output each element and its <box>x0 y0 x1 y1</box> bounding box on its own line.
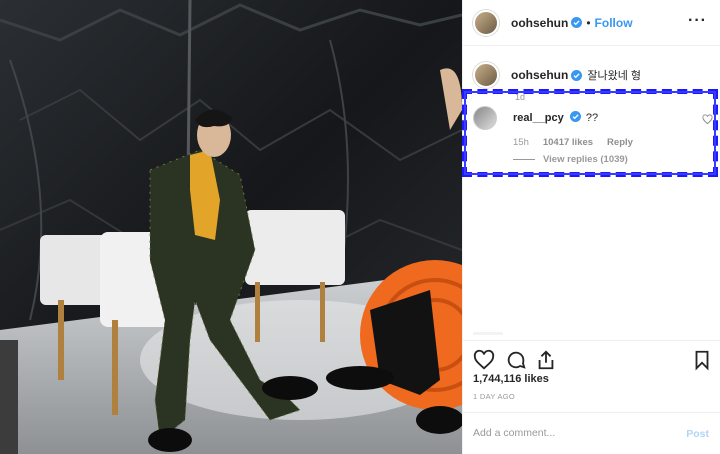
photo-illustration <box>0 0 462 454</box>
author-username[interactable]: oohsehun <box>511 16 568 30</box>
scroll-divider <box>473 332 503 335</box>
verified-badge-icon <box>571 17 583 28</box>
follow-button[interactable]: Follow <box>595 16 633 30</box>
separator-dot: • <box>586 15 591 30</box>
like-heart-icon[interactable] <box>473 349 495 371</box>
caption: oohsehun 잘나왔네 형 <box>473 62 641 88</box>
comment-bubble-icon[interactable] <box>505 349 527 371</box>
post-comment-button[interactable]: Post <box>686 428 709 440</box>
post-side-panel: oohsehun • Follow ··· oohsehun 잘나왔네 형 1d… <box>462 0 720 454</box>
post-likes-count[interactable]: 1,744,116 likes <box>473 373 549 385</box>
share-icon[interactable] <box>535 349 557 371</box>
caption-text: 잘나왔네 형 <box>587 70 641 82</box>
author-avatar[interactable] <box>473 9 499 36</box>
verified-badge-icon <box>571 69 583 81</box>
caption-avatar[interactable] <box>473 62 499 88</box>
post-date: 1 DAY AGO <box>473 392 516 401</box>
post-header: oohsehun • Follow ··· <box>463 0 720 46</box>
post-photo[interactable] <box>0 0 462 454</box>
action-bar <box>463 340 720 376</box>
caption-username[interactable]: oohsehun <box>511 68 568 82</box>
more-options-icon[interactable]: ··· <box>688 12 707 30</box>
add-comment-bar: Post <box>463 412 720 454</box>
highlight-box <box>462 89 718 177</box>
add-comment-input[interactable] <box>473 427 663 439</box>
bookmark-icon[interactable] <box>691 349 713 371</box>
